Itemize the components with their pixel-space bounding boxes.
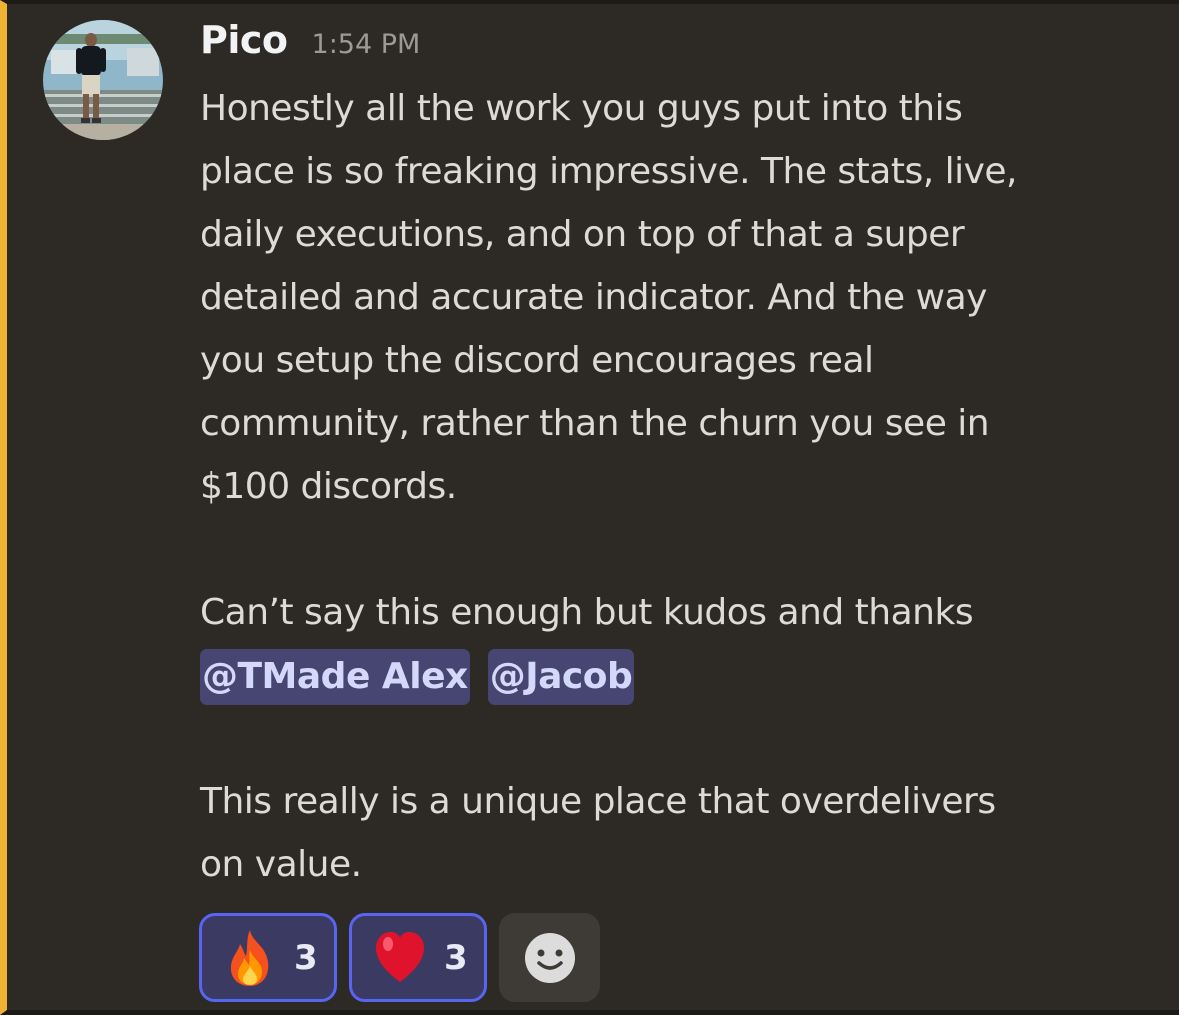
reaction-count: 3 [294, 937, 318, 978]
smiley-face-icon [524, 932, 575, 983]
reaction-count: 3 [444, 937, 468, 978]
reaction-heart[interactable]: 3 [349, 913, 487, 1002]
mentions-line: @TMade Alex @Jacob [200, 644, 1160, 707]
timestamp[interactable]: 1:54 PM [312, 29, 421, 60]
username[interactable]: Pico [200, 18, 288, 62]
mention-jacob[interactable]: @Jacob [487, 649, 635, 705]
message-line: on value. [200, 844, 362, 885]
message-line: daily executions, and on top of that a s… [200, 214, 965, 255]
chat-message: Pico 1:54 PM Honestly all the work you g… [0, 0, 1179, 1015]
message-line: place is so freaking impressive. The sta… [200, 151, 1018, 192]
message-line: detailed and accurate indicator. And the… [200, 277, 987, 318]
message-content: Honestly all the work you guys put into … [200, 77, 1160, 896]
message-line: Honestly all the work you guys put into … [200, 88, 963, 129]
add-reaction-button[interactable] [499, 913, 600, 1002]
message-line: This really is a unique place that overd… [200, 781, 996, 822]
reaction-fire[interactable]: 3 [199, 913, 337, 1002]
message-line: Can’t say this enough but kudos and than… [200, 592, 974, 633]
message-line: you setup the discord encourages real [200, 340, 874, 381]
message-line: $100 discords. [200, 466, 457, 507]
mention-tmade-alex[interactable]: @TMade Alex [200, 649, 470, 705]
fire-emoji-icon [230, 929, 269, 986]
message-header: Pico 1:54 PM [200, 18, 420, 62]
reactions-bar: 3 3 [199, 913, 600, 1002]
message-line: community, rather than the churn you see… [200, 403, 990, 444]
red-heart-emoji-icon [376, 931, 424, 982]
avatar[interactable] [43, 20, 163, 140]
